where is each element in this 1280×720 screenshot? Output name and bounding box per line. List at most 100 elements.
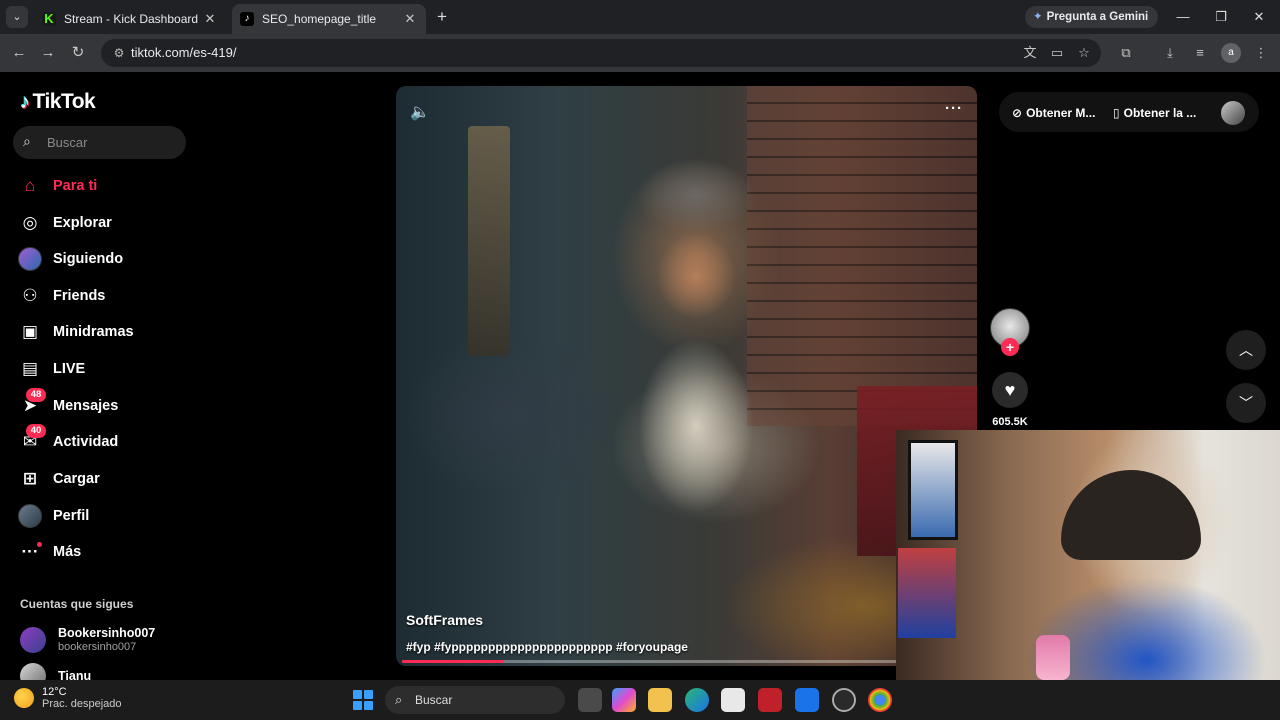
translate-icon[interactable]: 文 <box>1019 42 1041 64</box>
site-info-icon[interactable]: ⚙ <box>109 43 129 63</box>
browser-menu-icon[interactable]: ⋮ <box>1250 42 1272 64</box>
video-more-icon[interactable]: ··· <box>945 100 963 117</box>
send-icon: ➤ 48 <box>18 388 46 418</box>
cast-icon[interactable]: ▭ <box>1046 42 1068 64</box>
heart-icon[interactable]: ♥ <box>992 372 1028 408</box>
task-view-icon[interactable] <box>578 688 602 712</box>
following-avatar-icon <box>18 247 42 271</box>
search-icon: ⌕ <box>395 692 403 707</box>
gemini-label: Pregunta a Gemini <box>1046 11 1149 23</box>
tab-title: Stream - Kick Dashboard <box>64 12 199 26</box>
browser-profile-avatar[interactable]: a <box>1221 43 1241 63</box>
nav-item-perfil[interactable]: Perfil <box>18 502 89 530</box>
store-icon[interactable] <box>721 688 745 712</box>
tab-tiktok[interactable]: ♪ SEO_homepage_title ✕ <box>232 4 426 34</box>
webcam-poster <box>898 548 956 638</box>
nav-label: Friends <box>53 288 106 304</box>
nav-item-cargar[interactable]: ⊞ Cargar <box>18 465 100 493</box>
video-progress-fill <box>402 660 505 663</box>
previous-video-button[interactable]: ︿ <box>1226 330 1266 370</box>
mail-icon[interactable] <box>795 688 819 712</box>
webcam-poster <box>908 440 958 540</box>
copilot-icon[interactable] <box>612 688 636 712</box>
nav-label: Minidramas <box>53 324 134 340</box>
nav-item-live[interactable]: ▤ LIVE <box>18 355 85 383</box>
video-frame-intercom <box>468 126 510 356</box>
weather-temperature: 12°C <box>42 686 67 698</box>
follow-plus-icon[interactable]: + <box>1001 338 1019 356</box>
webcam-overlay <box>896 430 1280 680</box>
video-description[interactable]: #fyp #fypppppppppppppppppppppp #foryoupa… <box>406 640 688 654</box>
nav-item-siguiendo[interactable]: Siguiendo <box>18 245 123 273</box>
taskbar-search-placeholder: Buscar <box>415 693 453 707</box>
tab-kick-dashboard[interactable]: K Stream - Kick Dashboard ✕ <box>34 4 226 34</box>
obs-icon[interactable] <box>832 688 856 712</box>
get-app-button[interactable]: ▯ Obtener la ... <box>1113 98 1196 128</box>
nav-label: Siguiendo <box>53 251 124 267</box>
video-progress-bar[interactable] <box>402 660 971 663</box>
video-player[interactable]: 🔈 ··· SoftFrames #fyp #fyppppppppppppppp… <box>396 86 977 666</box>
minimize-button[interactable]: — <box>1168 4 1198 30</box>
video-frame-subject <box>601 126 791 596</box>
search-icon: ⌕ <box>23 133 31 149</box>
edge-icon[interactable] <box>685 688 709 712</box>
nav-item-actividad[interactable]: ✉ 40 Actividad <box>18 424 118 456</box>
kick-icon: K <box>42 12 56 26</box>
tiktok-note-icon: ♪ <box>20 90 30 113</box>
tab-title: SEO_homepage_title <box>262 12 377 26</box>
nav-label: Perfil <box>53 508 90 524</box>
nav-item-para-ti[interactable]: ⌂ Para ti <box>18 172 97 200</box>
url-text[interactable]: tiktok.com/es-419/ <box>131 45 237 60</box>
file-explorer-icon[interactable] <box>648 688 672 712</box>
bookmark-star-icon[interactable]: ☆ <box>1073 42 1095 64</box>
mcafee-icon[interactable] <box>758 688 782 712</box>
taskbar-search[interactable]: ⌕ Buscar <box>385 686 565 714</box>
video-author[interactable]: SoftFrames <box>406 612 483 628</box>
inbox-icon: ✉ 40 <box>18 424 46 454</box>
webcam-microphone <box>1036 635 1070 680</box>
tiktok-logo[interactable]: ♪ TikTok <box>20 90 96 114</box>
account-avatar[interactable] <box>1221 101 1245 125</box>
weather-sun-icon <box>14 688 34 708</box>
tiktok-icon: ♪ <box>240 12 254 26</box>
nav-item-mas[interactable]: ··· Más <box>18 538 81 566</box>
upload-plus-icon: ⊞ <box>22 469 38 488</box>
media-controls-icon[interactable]: ≡ <box>1189 42 1211 64</box>
following-account[interactable]: Bookersinho007 bookersinho007 <box>20 626 155 653</box>
gemini-button[interactable]: ✦ Pregunta a Gemini <box>1025 6 1159 28</box>
windows-start-icon[interactable] <box>353 690 373 710</box>
next-video-button[interactable]: ﹀ <box>1226 383 1266 423</box>
close-window-button[interactable]: ✕ <box>1244 4 1274 30</box>
notification-dot <box>37 542 42 547</box>
address-bar[interactable]: ⚙ tiktok.com/es-419/ <box>101 39 1101 67</box>
tab-search-button[interactable]: ⌄ <box>6 6 28 28</box>
search-input[interactable]: ⌕ Buscar <box>13 126 186 159</box>
nav-label: Explorar <box>53 215 112 231</box>
activity-badge: 40 <box>26 424 46 438</box>
nav-item-explorar[interactable]: ◎ Explorar <box>18 209 112 237</box>
nav-item-mensajes[interactable]: ➤ 48 Mensajes <box>18 388 119 420</box>
nav-item-minidramas[interactable]: ▣ Minidramas <box>18 318 134 346</box>
back-button[interactable]: ← <box>8 42 30 64</box>
close-tab-icon[interactable]: ✕ <box>202 11 218 27</box>
phone-icon: ▯ <box>1113 106 1120 120</box>
maximize-button[interactable]: ❐ <box>1206 4 1236 30</box>
reload-button[interactable]: ↻ <box>67 42 89 64</box>
nav-label: Mensajes <box>53 398 119 414</box>
new-tab-button[interactable]: + <box>432 7 452 27</box>
tiktok-sidebar: ♪ TikTok ⌕ Buscar ⌂ Para ti ◎ Explorar S… <box>0 72 200 689</box>
forward-button[interactable]: → <box>37 42 59 64</box>
profile-avatar-icon <box>18 504 42 528</box>
nav-item-friends[interactable]: ⚇ Friends <box>18 282 105 310</box>
compass-icon: ◎ <box>22 213 38 232</box>
chrome-icon[interactable] <box>868 688 892 712</box>
get-coins-label: Obtener M... <box>1026 106 1096 120</box>
extensions-icon[interactable]: ⧉ <box>1115 42 1137 64</box>
download-icon[interactable]: ⤓ <box>1159 42 1181 64</box>
nav-label: Para ti <box>53 178 98 194</box>
volume-icon[interactable]: 🔈 <box>410 102 430 122</box>
get-coins-button[interactable]: ⊘ Obtener M... <box>1012 98 1095 128</box>
weather-widget[interactable]: 12°C Prac. despejado <box>14 686 122 710</box>
close-tab-icon[interactable]: ✕ <box>402 11 418 27</box>
browser-tab-bar: ⌄ K Stream - Kick Dashboard ✕ ♪ SEO_home… <box>0 0 1280 34</box>
